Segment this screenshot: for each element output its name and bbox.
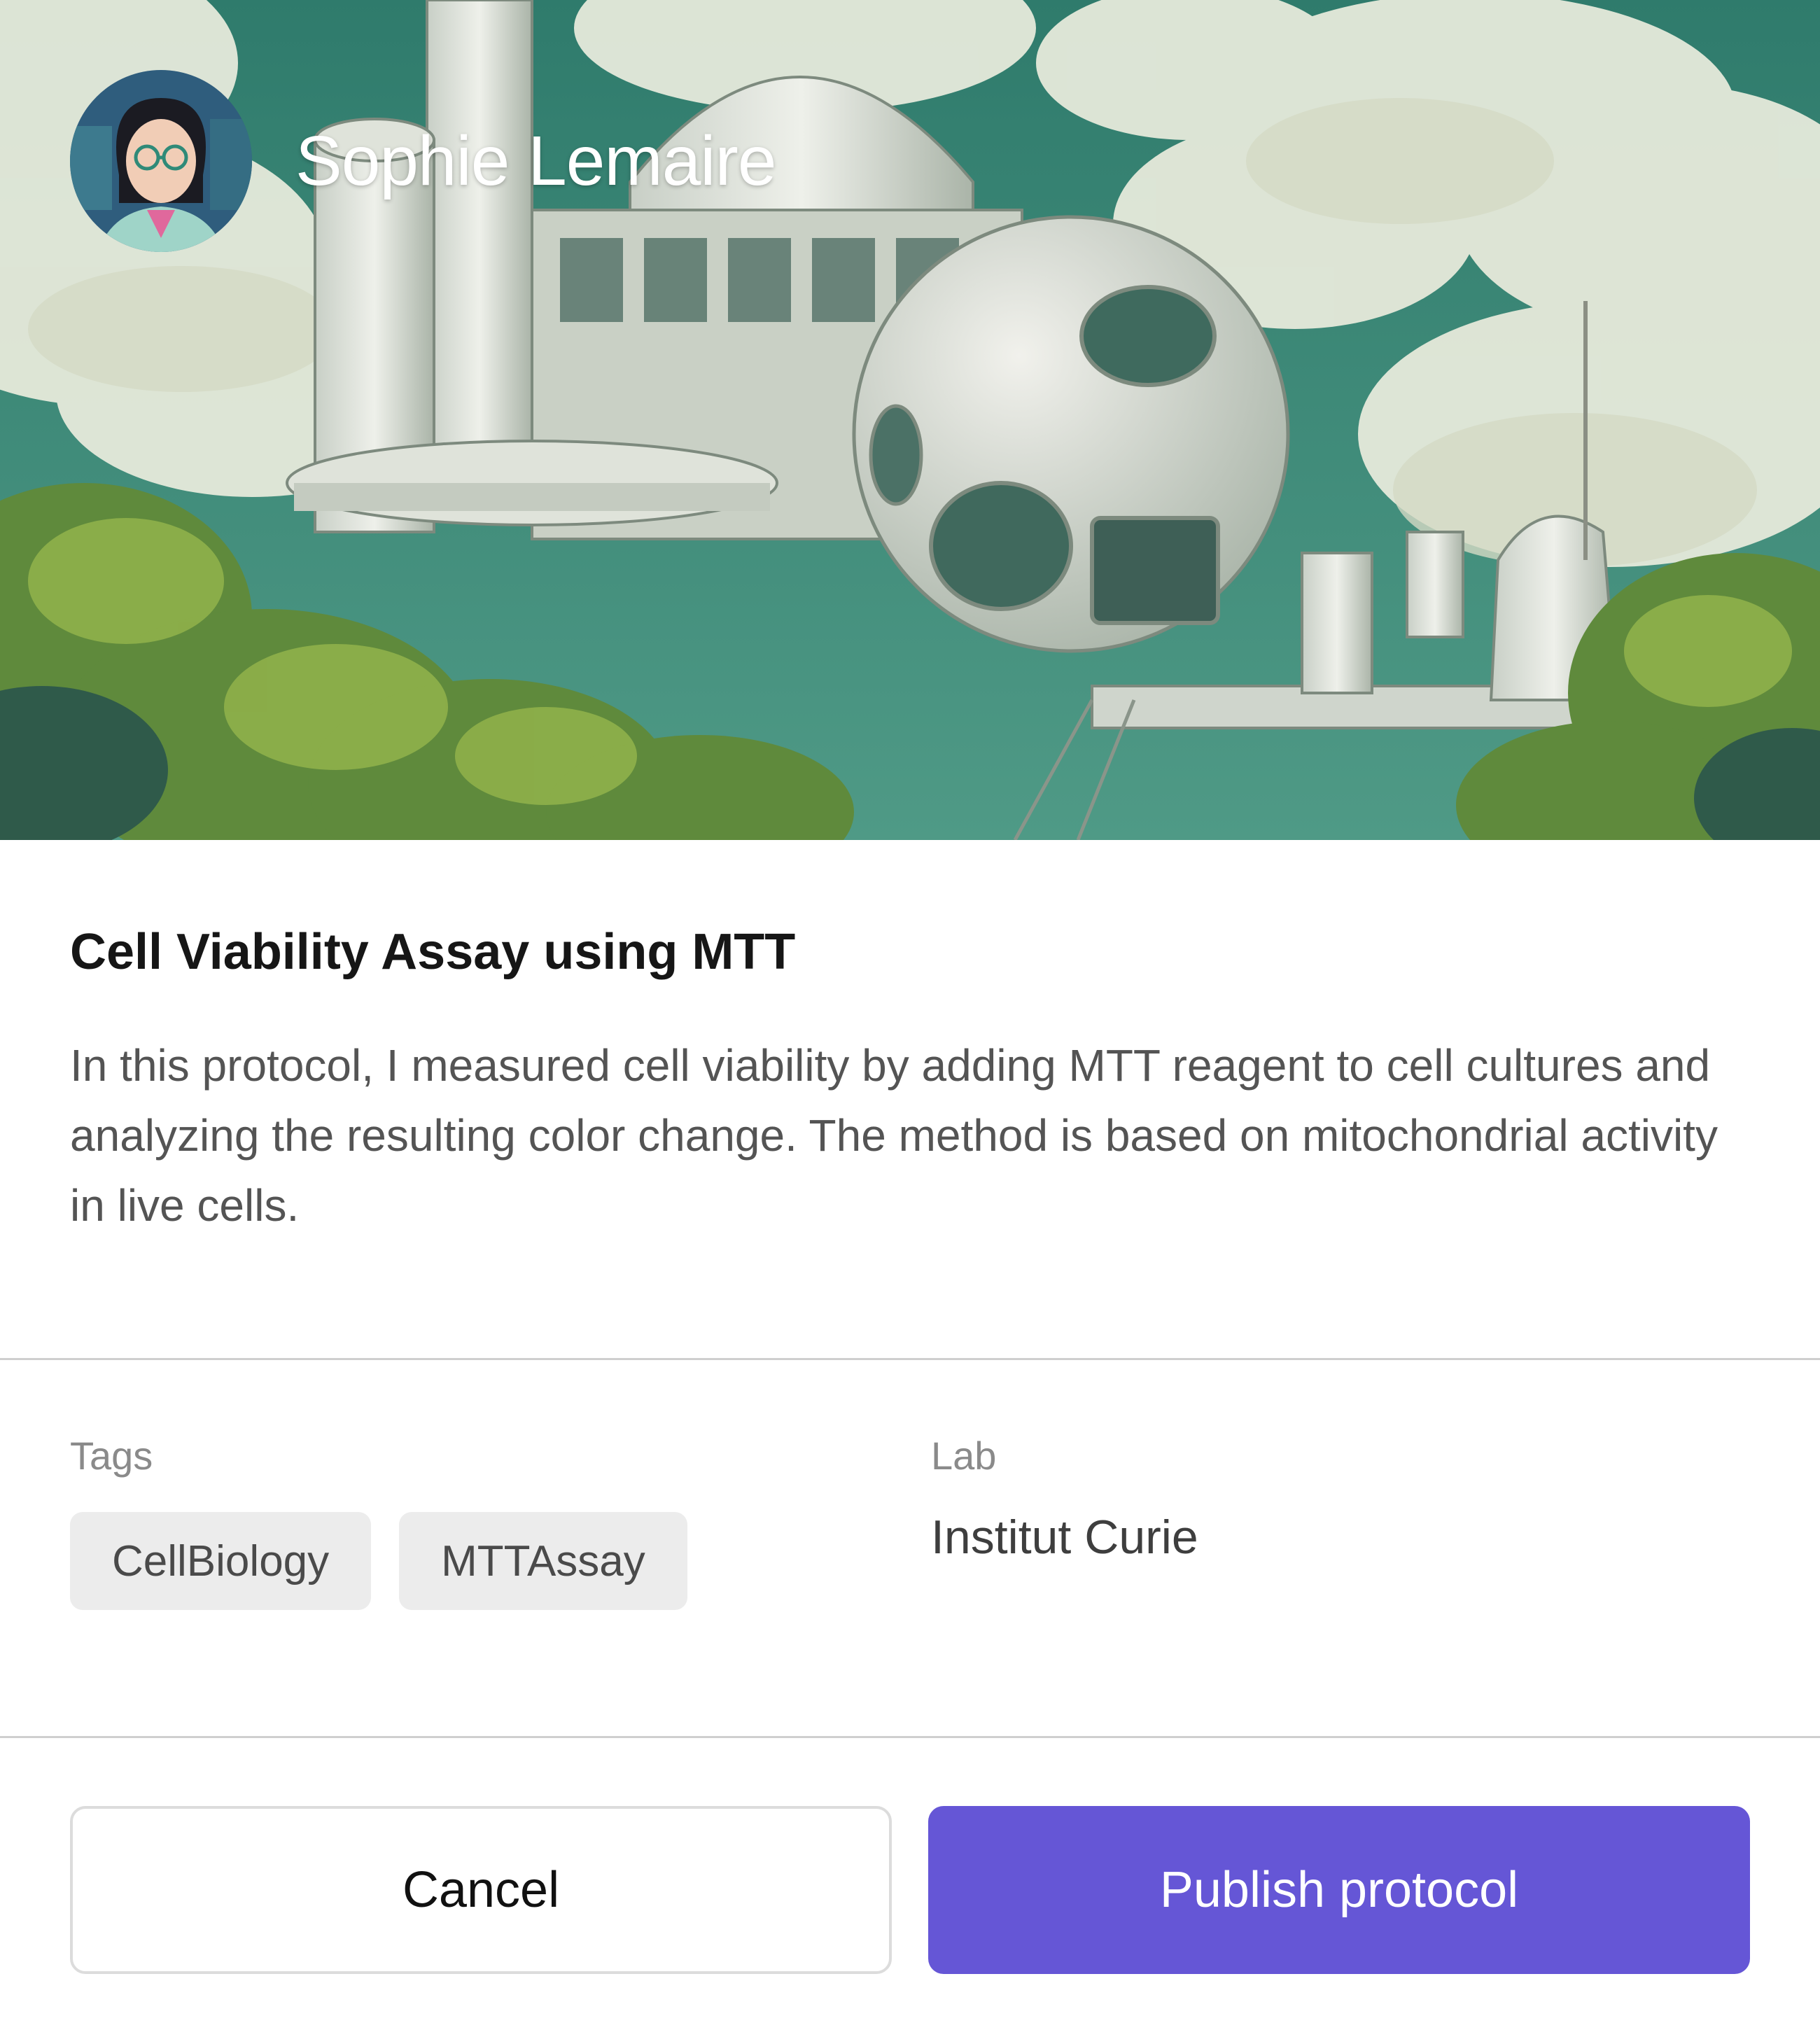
cancel-button[interactable]: Cancel [70,1806,892,1974]
lab-value: Institut Curie [931,1511,1198,1564]
tags-section: Tags CellBiology MTTAssay [70,1428,687,1610]
tags-label: Tags [70,1434,153,1478]
divider [0,1358,1820,1360]
tag-chip[interactable]: CellBiology [70,1512,372,1610]
action-bar: Cancel Publish protocol [70,1806,1750,1974]
tag-chip[interactable]: MTTAssay [399,1512,687,1610]
lab-section: Lab Institut Curie [931,1428,1198,1572]
tag-list: CellBiology MTTAssay [70,1512,687,1610]
author-header: Sophie Lemaire [70,70,776,252]
protocol-summary: Cell Viability Assay using MTT In this p… [70,910,1750,1240]
publish-protocol-button[interactable]: Publish protocol [928,1806,1750,1974]
protocol-meta: Tags CellBiology MTTAssay Lab Institut C… [0,1428,1820,1694]
protocol-description: In this protocol, I measured cell viabil… [70,1040,1718,1231]
hero-banner: Sophie Lemaire [0,0,1820,840]
divider [0,1736,1820,1738]
author-name: Sophie Lemaire [295,121,776,200]
protocol-title: Cell Viability Assay using MTT [70,924,796,980]
lab-label: Lab [931,1434,997,1478]
author-avatar[interactable] [70,70,252,252]
scientist-avatar-icon [70,70,252,252]
